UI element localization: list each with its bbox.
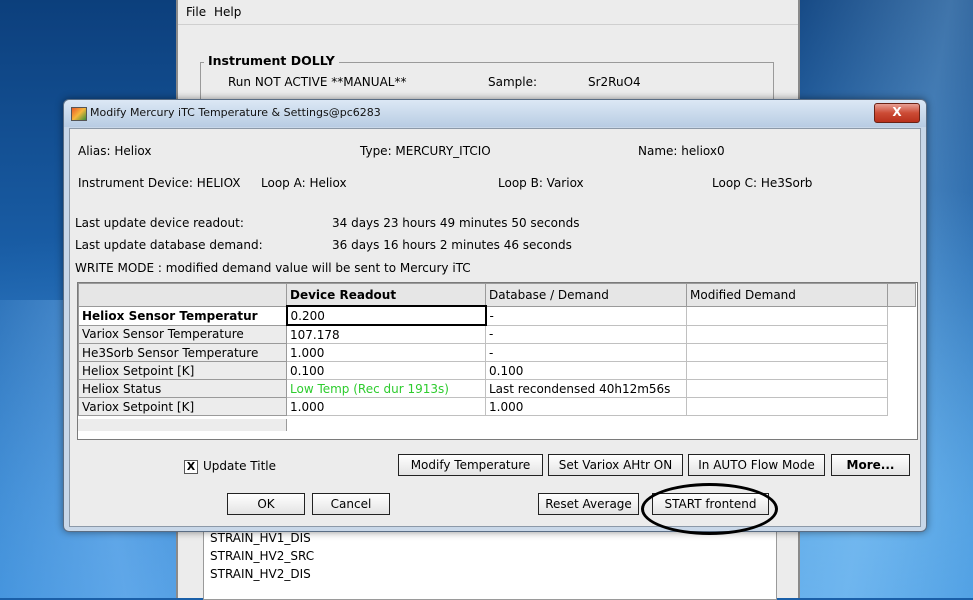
table-cell[interactable]: Last recondensed 40h12m56s <box>485 379 687 398</box>
table-spacer <box>888 380 916 398</box>
channel-list[interactable]: STRAIN_HV1_DIS STRAIN_HV2_SRC STRAIN_HV2… <box>203 528 777 600</box>
last-update-readout-label: Last update device readout: <box>75 216 244 230</box>
table-row: Heliox Status Low Temp (Rec dur 1913s) L… <box>78 379 916 398</box>
run-status: Run NOT ACTIVE **MANUAL** <box>228 75 407 89</box>
cancel-button[interactable]: Cancel <box>312 493 390 515</box>
loop-b-label: Loop B: Variox <box>498 176 584 190</box>
table-cell[interactable]: 0.100 <box>286 361 486 380</box>
table-empty-row-header <box>78 419 287 431</box>
list-item[interactable]: STRAIN_HV2_DIS <box>210 567 311 581</box>
modify-temperature-button[interactable]: Modify Temperature <box>398 454 543 476</box>
list-item[interactable]: STRAIN_HV1_DIS <box>210 531 311 545</box>
menu-bar: File Help <box>178 0 798 25</box>
modified-demand-cell[interactable] <box>686 379 888 398</box>
modified-demand-cell[interactable] <box>686 397 888 416</box>
table-cell[interactable]: - <box>485 343 687 362</box>
close-button[interactable]: X <box>874 103 920 123</box>
table-row: Heliox Setpoint [K] 0.100 0.100 <box>78 361 916 380</box>
instrument-title: Instrument DOLLY <box>204 53 339 68</box>
reset-average-button[interactable]: Reset Average <box>538 493 639 515</box>
update-title-checkbox[interactable]: X <box>184 460 198 474</box>
last-update-demand-label: Last update database demand: <box>75 238 263 252</box>
modified-demand-cell[interactable] <box>686 343 888 362</box>
name-label: Name: heliox0 <box>638 144 725 158</box>
update-title-label: Update Title <box>203 459 276 473</box>
column-header[interactable]: Device Readout <box>286 283 486 307</box>
row-header: Variox Setpoint [K] <box>78 397 287 416</box>
settings-table: Device Readout Database / Demand Modifie… <box>77 282 918 440</box>
auto-flow-mode-button[interactable]: In AUTO Flow Mode <box>688 454 825 476</box>
list-item[interactable]: STRAIN_HV2_SRC <box>210 549 314 563</box>
modified-demand-cell[interactable] <box>686 324 888 344</box>
table-spacer <box>888 344 916 362</box>
table-row: Variox Sensor Temperature 107.178 - <box>78 324 916 344</box>
more-button[interactable]: More... <box>831 454 910 476</box>
table-cell[interactable]: 1.000 <box>485 397 687 416</box>
table-row: Variox Setpoint [K] 1.000 1.000 <box>78 397 916 416</box>
row-header: Heliox Status <box>78 379 287 398</box>
row-header: Heliox Setpoint [K] <box>78 361 287 380</box>
write-mode-label: WRITE MODE : modified demand value will … <box>75 261 471 275</box>
alias-label: Alias: Heliox <box>78 144 152 158</box>
loop-a-label: Loop A: Heliox <box>261 176 347 190</box>
table-cell[interactable]: 1.000 <box>286 343 486 362</box>
modified-demand-cell[interactable] <box>686 361 888 380</box>
table-cell[interactable]: 107.178 <box>286 324 486 344</box>
menu-file[interactable]: File <box>186 5 206 19</box>
loop-c-label: Loop C: He3Sorb <box>712 176 813 190</box>
dialog-title-bar[interactable]: Modify Mercury iTC Temperature & Setting… <box>64 100 926 127</box>
column-header[interactable]: Database / Demand <box>485 283 687 307</box>
ok-button[interactable]: OK <box>227 493 305 515</box>
last-update-demand-value: 36 days 16 hours 2 minutes 46 seconds <box>332 238 572 252</box>
column-header-spacer <box>887 283 916 307</box>
dialog-body: Alias: Heliox Type: MERCURY_ITCIO Name: … <box>69 128 921 527</box>
table-cell[interactable]: 0.200 <box>285 305 487 326</box>
table-row: Heliox Sensor Temperatur 0.200 - <box>78 305 916 326</box>
row-header: Variox Sensor Temperature <box>78 324 287 344</box>
table-cell[interactable]: - <box>485 305 687 326</box>
table-spacer <box>888 306 916 325</box>
table-cell[interactable]: - <box>485 324 687 344</box>
menu-help[interactable]: Help <box>214 5 241 19</box>
table-row: He3Sorb Sensor Temperature 1.000 - <box>78 343 916 362</box>
table-spacer <box>888 325 916 344</box>
row-header: He3Sorb Sensor Temperature <box>78 343 287 362</box>
table-header-row: Device Readout Database / Demand Modifie… <box>78 283 916 307</box>
dialog-title: Modify Mercury iTC Temperature & Setting… <box>90 106 381 119</box>
set-variox-ahtr-button[interactable]: Set Variox AHtr ON <box>548 454 683 476</box>
last-update-readout-value: 34 days 23 hours 49 minutes 50 seconds <box>332 216 580 230</box>
column-header <box>78 283 287 307</box>
column-header[interactable]: Modified Demand <box>686 283 888 307</box>
row-header: Heliox Sensor Temperatur <box>78 305 287 326</box>
modify-itc-dialog: Modify Mercury iTC Temperature & Setting… <box>63 99 927 532</box>
highlight-ellipse <box>641 483 778 535</box>
table-spacer <box>888 398 916 416</box>
sample-label: Sample: <box>488 75 538 89</box>
table-cell[interactable]: 0.100 <box>485 361 687 380</box>
instrument-device-label: Instrument Device: HELIOX <box>78 176 241 190</box>
sample-value: Sr2RuO4 <box>588 75 641 89</box>
status-cell[interactable]: Low Temp (Rec dur 1913s) <box>286 379 486 398</box>
table-spacer <box>888 362 916 380</box>
modified-demand-cell[interactable] <box>686 305 888 326</box>
type-label: Type: MERCURY_ITCIO <box>360 144 491 158</box>
app-icon <box>71 107 87 121</box>
table-cell[interactable]: 1.000 <box>286 397 486 416</box>
